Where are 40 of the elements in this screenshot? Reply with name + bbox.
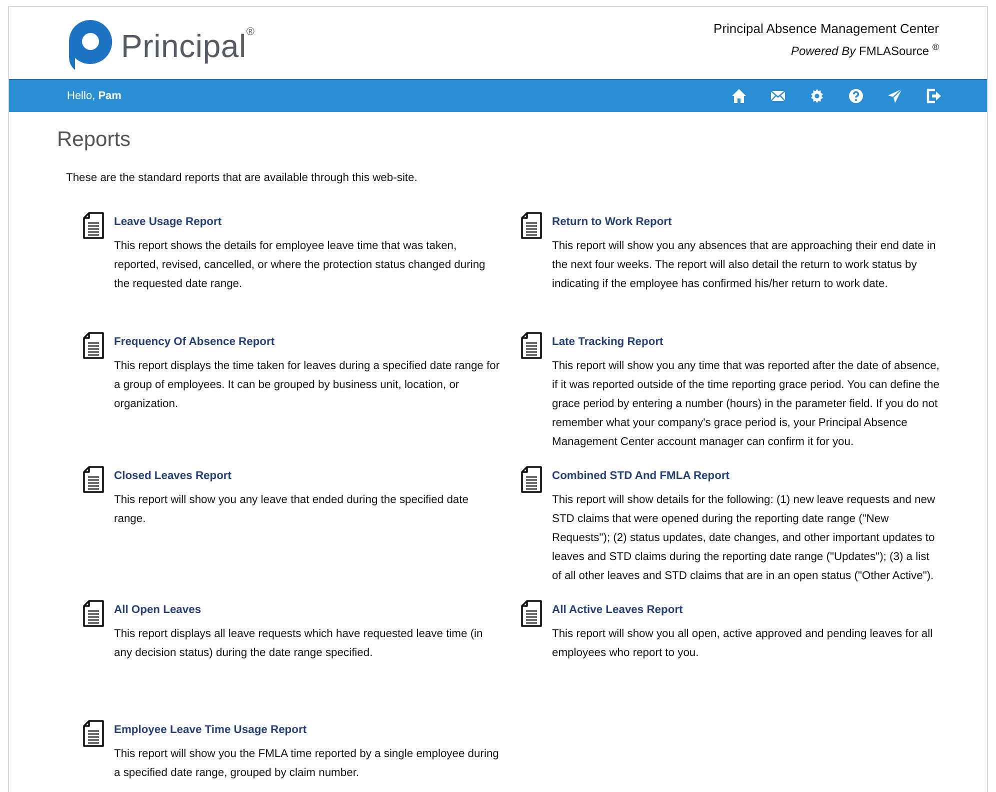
help-icon[interactable] <box>848 88 864 104</box>
report-link[interactable]: All Open Leaves <box>114 604 202 616</box>
document-icon <box>521 332 542 359</box>
intro-text: These are the standard reports that are available through this web-site. <box>66 172 418 184</box>
report-description: This report will show you any absences that are approaching their end date in the next four weeks. The report will also detail the return to work status by indicating if the employee has confirmed his/her return to work date. <box>552 239 937 292</box>
page-title: Reports <box>57 128 132 152</box>
app-title: Principal Absence Management Center <box>714 20 939 38</box>
document-icon <box>83 720 104 747</box>
document-icon <box>521 600 542 627</box>
document-icon <box>83 212 104 239</box>
document-icon <box>521 212 542 239</box>
report-description: This report displays all leave requests which have requested leave time (in any decision status) during the date range specified. <box>114 627 484 661</box>
report-description: This report displays the time taken for leaves during a specified date range for a group of employees. It can be grouped by business unit, location, or organization. <box>114 359 501 412</box>
report-description: This report will show you the FMLA time reported by a single employee during a specified date range, grouped by claim number. <box>114 747 500 781</box>
report-link[interactable]: All Active Leaves Report <box>552 604 683 616</box>
report-link[interactable]: Late Tracking Report <box>552 336 664 348</box>
report-description: This report will show you all open, active approved and pending leaves for all employees who report to you. <box>552 627 934 661</box>
greeting-text: Hello, Pam <box>67 90 122 102</box>
mail-icon[interactable] <box>770 88 786 104</box>
report-link[interactable]: Employee Leave Time Usage Report <box>114 724 307 736</box>
document-icon <box>83 600 104 627</box>
report-link[interactable]: Leave Usage Report <box>114 216 222 228</box>
document-icon <box>83 466 104 493</box>
report-description: This report will show details for the following: (1) new leave requests and new STD claims that were opened during the reporting date range ("New Requests"); (2) status updates, date changes, and other important updates to leaves and STD claims during the reporting date range ("Updates"); (3) a list of all other leaves and STD claims that are in an open status ("Other Active"). <box>552 493 936 584</box>
home-icon[interactable] <box>731 88 747 104</box>
document-icon <box>83 332 104 359</box>
report-link[interactable]: Closed Leaves Report <box>114 470 232 482</box>
paper-plane-icon[interactable] <box>887 88 903 104</box>
settings-icon[interactable] <box>809 88 825 104</box>
logo-text: Principal$^{®}$ <box>121 26 255 64</box>
logo-mark-icon <box>67 19 113 71</box>
report-description: This report will show you any time that was reported after the date of absence, if it was reported outside of the time reporting grace period. You can define the grace period by entering a number (hours) in the parameter field. If you do not remember what your company's grace period is, your Principal Absence Management Center account manager can confirm it for you. <box>552 359 940 450</box>
report-description: This report shows the details for employee leave time that was taken, reported, revised, cancelled, or where the protection status changed during the requested date range. <box>114 239 486 292</box>
document-icon <box>521 466 542 493</box>
logout-icon[interactable] <box>926 88 942 104</box>
report-description: This report will show you any leave that ended during the specified date range. <box>114 493 470 527</box>
report-link[interactable]: Frequency Of Absence Report <box>114 336 275 348</box>
report-link[interactable]: Return to Work Report <box>552 216 672 228</box>
report-link[interactable]: Combined STD And FMLA Report <box>552 470 730 482</box>
powered-by-text: Powered By FMLASource $^{®}$ <box>790 41 939 60</box>
